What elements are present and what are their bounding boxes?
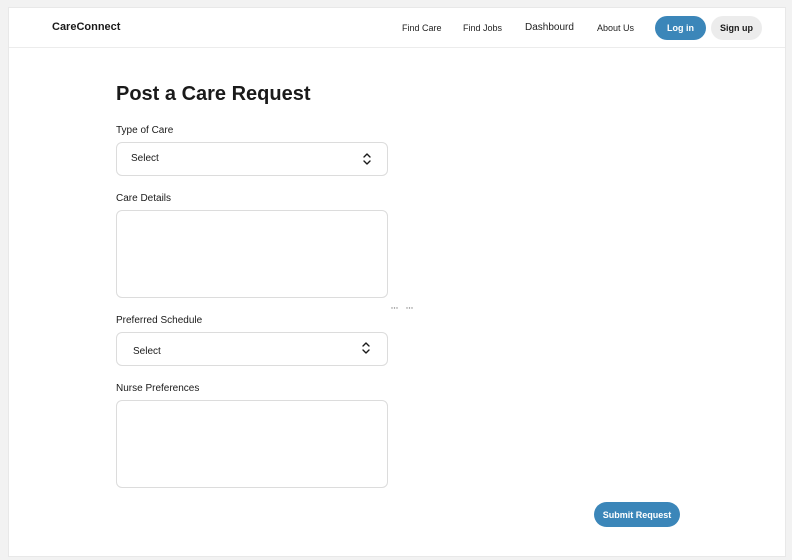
chevron-up-down-icon [363,153,371,165]
preferred-schedule-label: Preferred Schedule [116,315,203,326]
submit-request-button[interactable]: Submit Request [594,502,680,527]
nurse-preferences-textarea[interactable] [116,400,388,488]
resize-handle-icon[interactable] [390,305,416,311]
type-of-care-select[interactable]: Select [116,142,388,176]
chevron-up-down-icon [362,342,370,354]
type-of-care-label: Type of Care [116,125,174,136]
preferred-schedule-select[interactable]: Select [116,332,388,366]
type-of-care-value: Select [131,153,159,164]
top-navbar: CareConnect Find Care Find Jobs Dashbour… [9,8,785,48]
page-title: Post a Care Request [116,83,311,105]
login-button[interactable]: Log in [655,16,706,40]
app-window: CareConnect Find Care Find Jobs Dashbour… [8,7,786,557]
care-details-label: Care Details [116,193,172,204]
nav-dashboard[interactable]: Dashbourd [525,22,574,33]
nav-about-us[interactable]: About Us [597,23,634,33]
nurse-preferences-label: Nurse Preferences [116,383,200,394]
signup-button[interactable]: Sign up [711,16,762,40]
nav-find-jobs[interactable]: Find Jobs [463,23,502,33]
nav-find-care[interactable]: Find Care [402,23,442,33]
care-details-textarea[interactable] [116,210,388,298]
brand-logo[interactable]: CareConnect [52,21,120,33]
preferred-schedule-value: Select [133,346,161,357]
